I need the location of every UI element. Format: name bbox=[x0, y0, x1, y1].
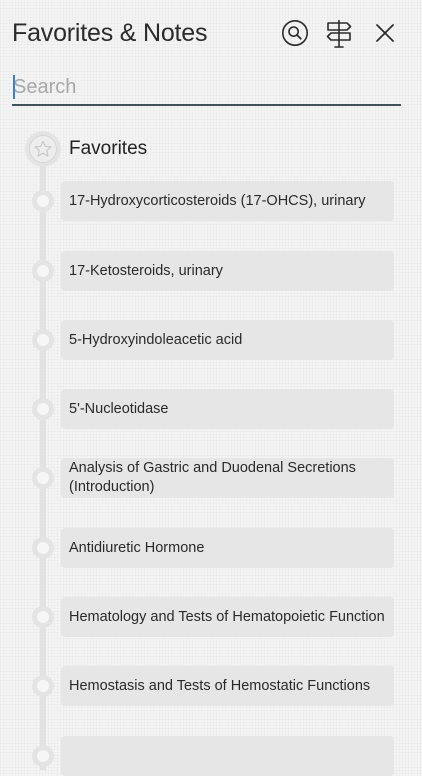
timeline-dot-inner bbox=[37, 334, 49, 346]
timeline-dot-inner bbox=[37, 195, 49, 207]
favorite-card[interactable]: 17-Ketosteroids, urinary bbox=[61, 251, 394, 291]
section-title-favorites: Favorites bbox=[69, 138, 148, 159]
timeline-dot-inner bbox=[37, 542, 49, 554]
header-bar: Favorites & Notes bbox=[0, 0, 422, 66]
favorites-badge bbox=[25, 131, 61, 167]
timeline-dot-inner bbox=[37, 265, 49, 277]
star-icon bbox=[34, 140, 52, 157]
list-item: Analysis of Gastric and Duodenal Secreti… bbox=[0, 458, 422, 498]
list-item: 5'-Nucleotidase bbox=[0, 389, 422, 429]
timeline-dot bbox=[32, 329, 54, 351]
list-item: Hematology and Tests of Hematopoietic Fu… bbox=[0, 597, 422, 637]
list-item: 17-Hydroxycorticosteroids (17-OHCS), uri… bbox=[0, 181, 422, 221]
timeline-dot bbox=[32, 606, 54, 628]
favorite-card[interactable]: 5-Hydroxyindoleacetic acid bbox=[61, 320, 394, 360]
timeline-dot-inner bbox=[37, 403, 49, 415]
timeline-dot bbox=[32, 537, 54, 559]
timeline-dot bbox=[32, 467, 54, 489]
list-item: 5-Hydroxyindoleacetic acid bbox=[0, 320, 422, 360]
favorite-card[interactable]: Analysis of Gastric and Duodenal Secreti… bbox=[61, 458, 394, 498]
search-button[interactable] bbox=[278, 16, 312, 50]
timeline-dot bbox=[32, 190, 54, 212]
favorite-card[interactable] bbox=[61, 736, 394, 776]
timeline-dot-inner bbox=[37, 750, 49, 762]
favorite-card[interactable]: Hematology and Tests of Hematopoietic Fu… bbox=[61, 597, 394, 637]
favorite-card[interactable]: 17-Hydroxycorticosteroids (17-OHCS), uri… bbox=[61, 181, 394, 221]
timeline-dot-inner bbox=[37, 680, 49, 692]
search-input[interactable] bbox=[12, 72, 401, 102]
search-icon bbox=[282, 20, 308, 46]
list-item: Antidiuretic Hormone bbox=[0, 528, 422, 568]
close-icon bbox=[376, 24, 394, 42]
list-item bbox=[0, 736, 422, 776]
text-caret bbox=[13, 75, 15, 99]
close-button[interactable] bbox=[368, 16, 402, 50]
favorite-card[interactable]: Hemostasis and Tests of Hemostatic Funct… bbox=[61, 666, 394, 706]
signpost-icon bbox=[326, 20, 352, 48]
timeline-dot bbox=[32, 260, 54, 282]
timeline-dot bbox=[32, 675, 54, 697]
favorite-card[interactable]: 5'-Nucleotidase bbox=[61, 389, 394, 429]
list-item: Hemostasis and Tests of Hemostatic Funct… bbox=[0, 666, 422, 706]
page-title: Favorites & Notes bbox=[12, 19, 208, 47]
search-field[interactable] bbox=[12, 72, 401, 106]
timeline-dot bbox=[32, 745, 54, 767]
timeline-dot bbox=[32, 398, 54, 420]
list-item: 17-Ketosteroids, urinary bbox=[0, 251, 422, 291]
favorites-badge-inner bbox=[29, 135, 57, 163]
favorite-card[interactable]: Antidiuretic Hormone bbox=[61, 528, 394, 568]
timeline-dot-inner bbox=[37, 472, 49, 484]
signpost-button[interactable] bbox=[322, 16, 356, 50]
timeline-dot-inner bbox=[37, 611, 49, 623]
